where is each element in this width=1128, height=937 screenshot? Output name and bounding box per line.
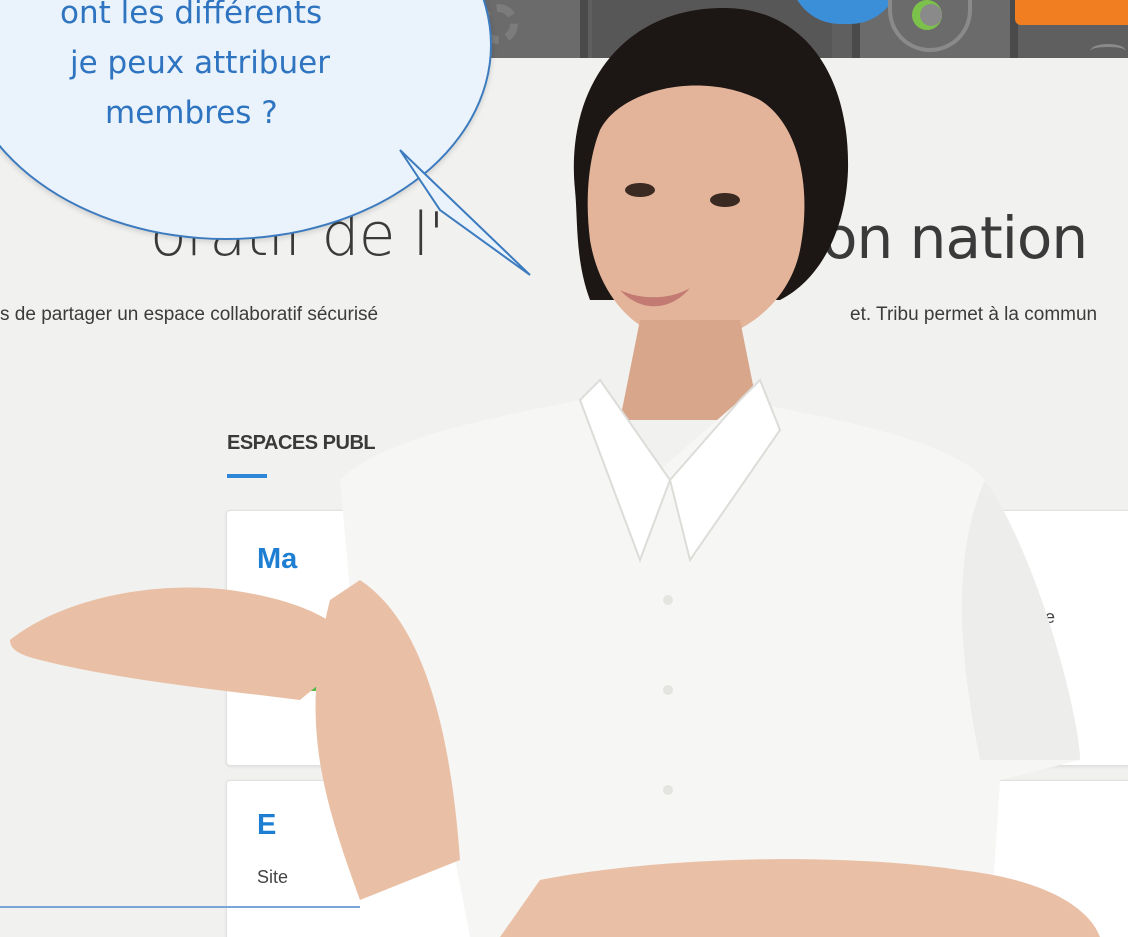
- speech-line: je peux attribuer: [70, 45, 330, 81]
- speech-line: membres ?: [105, 95, 278, 131]
- speech-line: ont les différents: [60, 0, 323, 31]
- speech-bubble-text: ont les différents je peux attribuer mem…: [0, 0, 470, 138]
- slide-stage: oratif de l' on nation s de partager un …: [0, 0, 1128, 937]
- speech-bubble-tail: [399, 149, 531, 276]
